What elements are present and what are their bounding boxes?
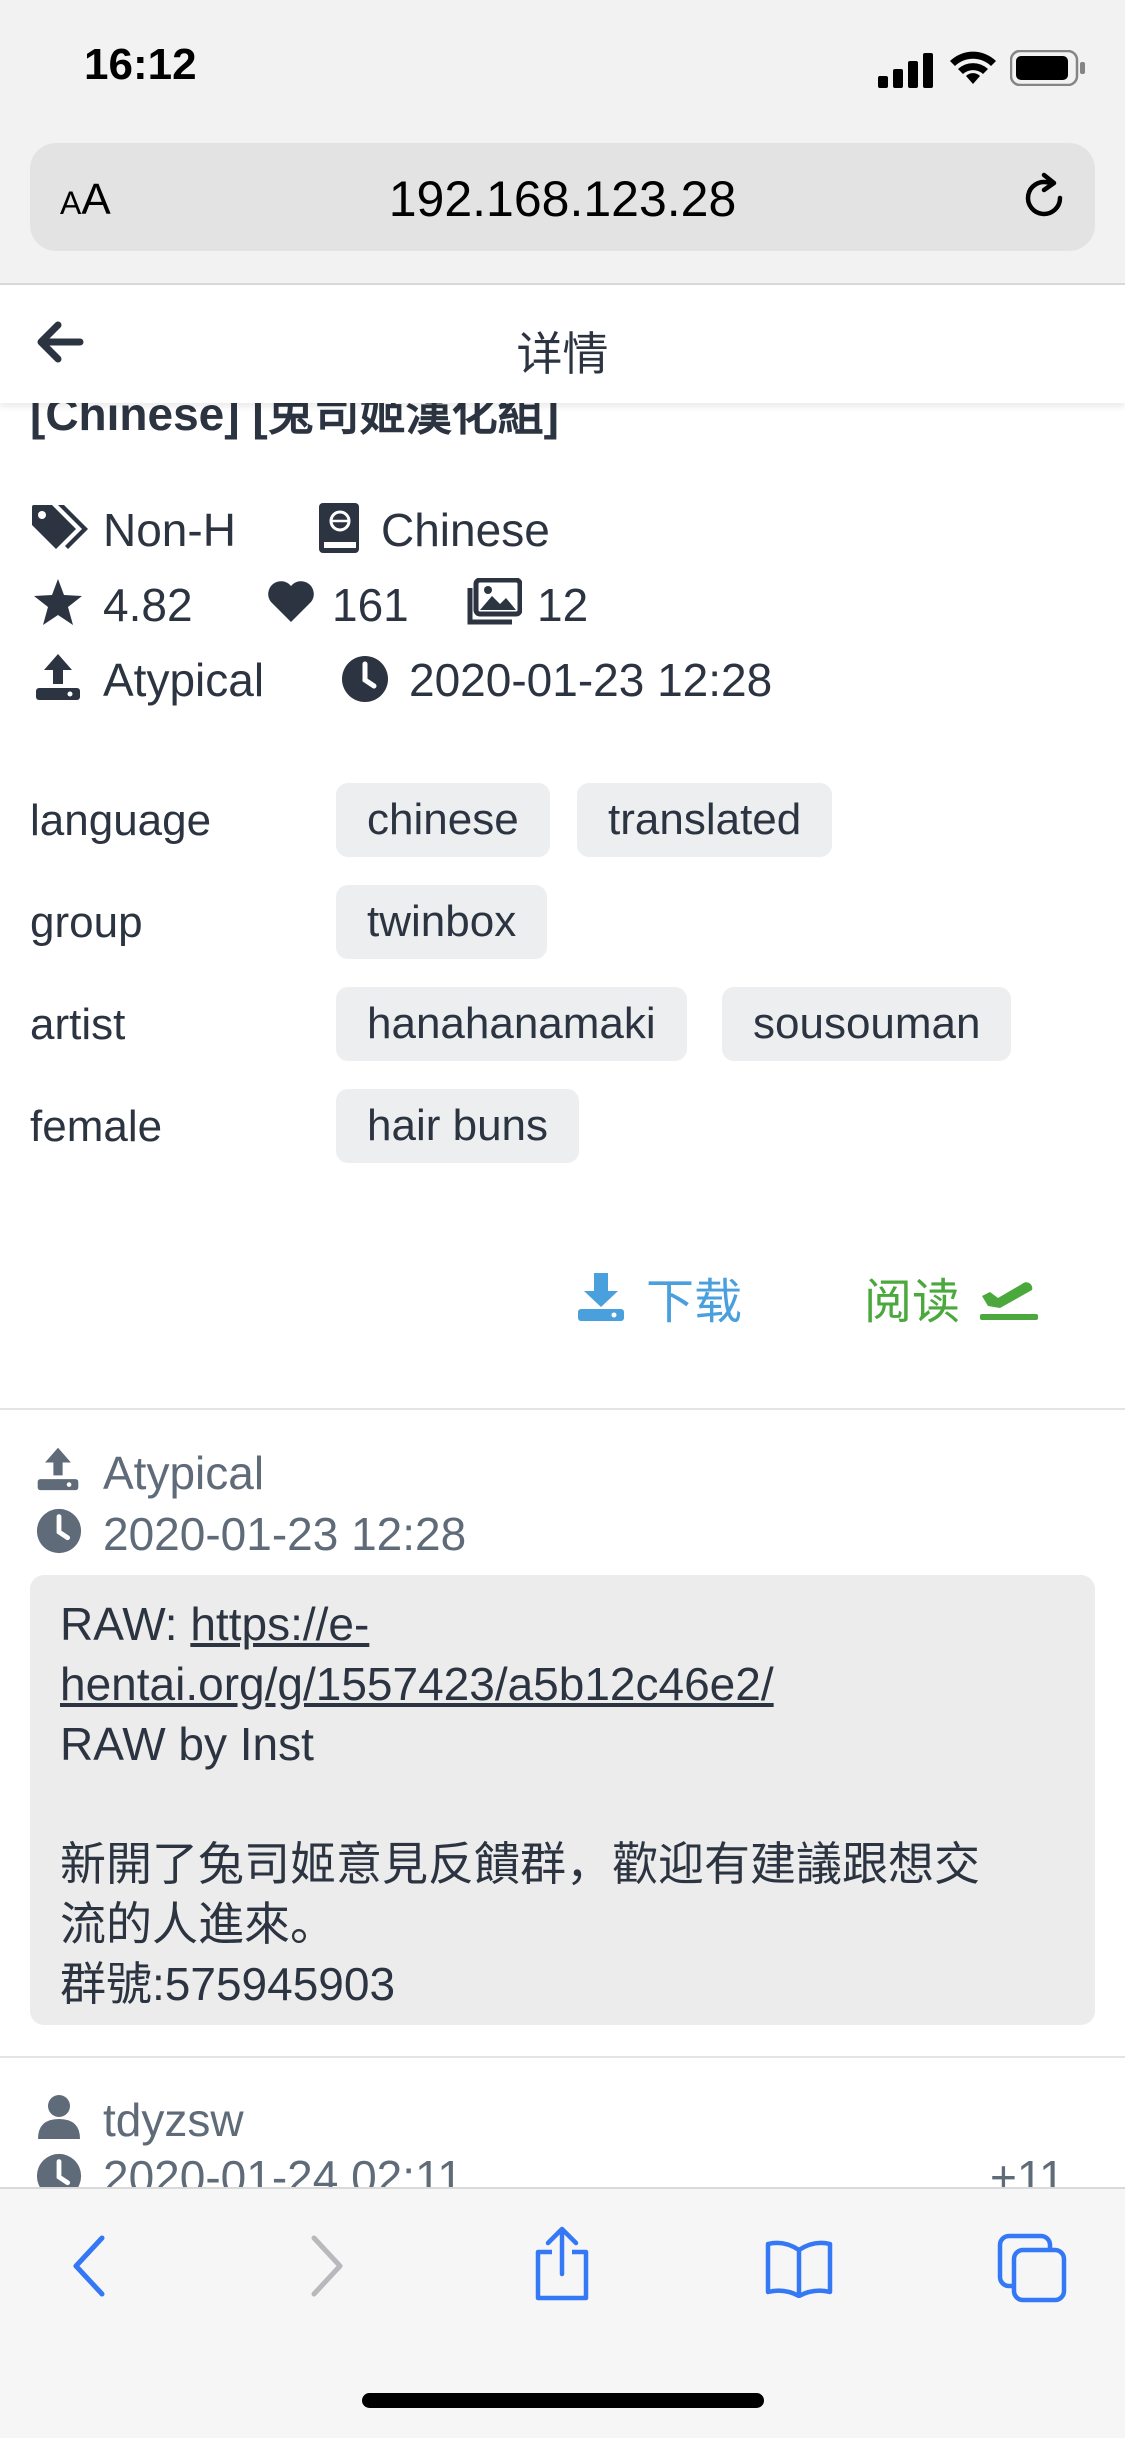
share-icon[interactable] (530, 2226, 594, 2302)
forward-chevron-icon[interactable] (306, 2234, 346, 2298)
tag-namespace-artist: artist (30, 1000, 126, 1049)
read-label: 阅读 (864, 1276, 961, 1329)
comment-author[interactable]: Atypical (103, 1446, 264, 1500)
page-title: 详情 (516, 328, 609, 380)
plane-departure-icon (978, 1272, 1040, 1322)
category-text: Non-H (103, 504, 236, 556)
uploader-name[interactable]: Atypical (103, 653, 264, 707)
battery-icon (1010, 50, 1086, 86)
user-icon (36, 2093, 82, 2141)
bookmarks-icon[interactable] (764, 2238, 834, 2298)
status-time: 16:12 (84, 40, 197, 89)
tabs-icon[interactable] (996, 2232, 1068, 2304)
comment-body: RAW: https://e-hentai.org/g/1557423/a5b1… (60, 1598, 980, 2010)
download-label: 下载 (646, 1276, 743, 1329)
star-icon (32, 577, 84, 627)
clock-icon (340, 654, 390, 704)
wifi-icon (948, 48, 998, 86)
clock-icon (35, 1507, 83, 1555)
tag-chip[interactable]: sousouman (722, 987, 1012, 1061)
read-button[interactable]: 阅读 (864, 1262, 1040, 1332)
tag-chip[interactable]: hair buns (336, 1089, 580, 1163)
upload-icon (34, 1444, 82, 1492)
language-text: Chinese (381, 504, 550, 556)
tag-namespace-language: language (30, 796, 212, 845)
upload-icon (32, 650, 84, 702)
book-icon (318, 502, 360, 554)
divider (0, 2056, 1125, 2058)
tag-namespace-group: group (30, 898, 143, 947)
reload-icon[interactable] (1018, 172, 1070, 224)
tags-icon (30, 503, 90, 553)
comment-time: 2020-01-23 12:28 (103, 1508, 467, 1560)
tag-chip[interactable]: translated (577, 783, 833, 857)
download-icon (576, 1271, 626, 1323)
tag-namespace-female: female (30, 1102, 163, 1151)
tag-chip[interactable]: twinbox (336, 885, 548, 959)
rating-text: 4.82 (103, 579, 193, 631)
download-button[interactable]: 下载 (576, 1262, 742, 1332)
cellular-signal-icon (878, 52, 934, 88)
tag-chip[interactable]: chinese (336, 783, 550, 857)
divider (0, 1408, 1125, 1410)
images-icon (466, 578, 522, 626)
favorites-count: 161 (332, 579, 409, 631)
tag-chip[interactable]: hanahanamaki (336, 987, 687, 1061)
back-chevron-icon[interactable] (70, 2234, 110, 2298)
url-text[interactable]: 192.168.123.28 (0, 170, 1125, 228)
comment-author[interactable]: tdyzsw (103, 2093, 244, 2147)
posted-date: 2020-01-23 12:28 (409, 654, 773, 706)
heart-icon (266, 580, 316, 624)
home-indicator (362, 2393, 764, 2408)
page-count: 12 (537, 579, 589, 631)
